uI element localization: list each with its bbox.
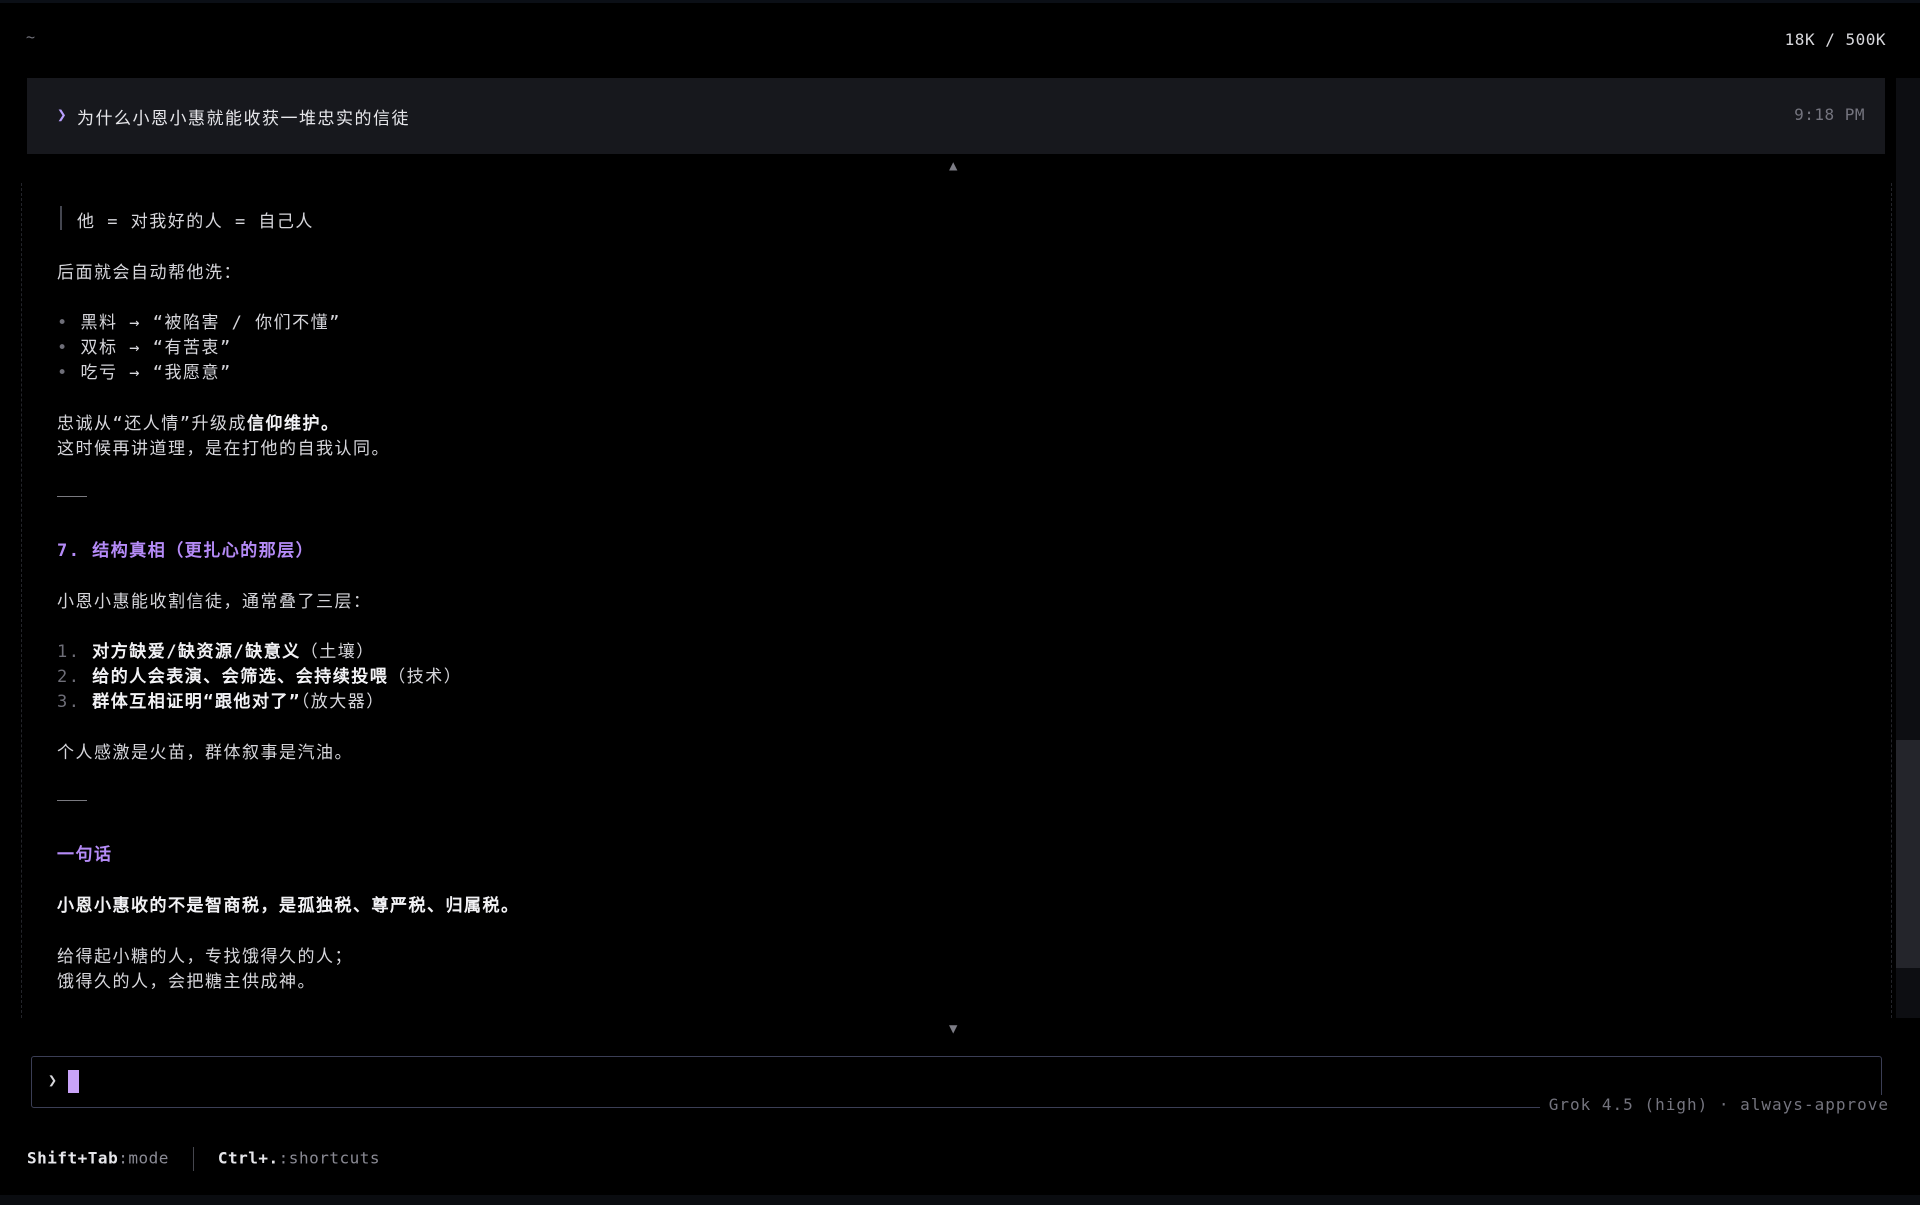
shortcut-desc-mode: :mode [118, 1148, 169, 1168]
item-bold-text: 群体互相证明“跟他对了” [92, 692, 301, 712]
prompt-chevron-icon: ❯ [57, 105, 69, 124]
user-prompt-text: 为什么小恩小惠就能收获一堆忠实的信徒 [77, 109, 410, 129]
bold-text: 信仰维护。 [246, 414, 340, 434]
paragraph: 饿得久的人，会把糖主供成神。 [57, 972, 316, 992]
horizontal-rule [57, 496, 87, 497]
bullet-item: • 黑料 → “被陷害 / 你们不懂” [57, 308, 341, 333]
item-number: 1. [57, 642, 81, 662]
item-number: 2. [57, 667, 81, 687]
blockquote-bar [60, 206, 62, 230]
content-frame-right [1891, 183, 1892, 1018]
item-bold-text: 给的人会表演、会筛选、会持续投喂 [92, 667, 389, 687]
item-text: （土壤） [300, 642, 375, 662]
paragraph: 个人感激是火苗，群体叙事是汽油。 [57, 743, 353, 763]
bullet-item: • 双标 → “有苦衷” [57, 333, 232, 358]
shortcut-bar: Shift+Tab:mode Ctrl+.:shortcuts [27, 1147, 380, 1171]
bullet-item: • 吃亏 → “我愿意” [57, 358, 232, 383]
summary-statement: 小恩小惠收的不是智商税，是孤独税、尊严税、归属税。 [57, 896, 520, 916]
section-heading: 7. 结构真相（更扎心的那层） [57, 541, 315, 561]
item-text: （技术） [388, 667, 463, 687]
paragraph: 后面就会自动帮他洗： [57, 263, 242, 283]
paragraph: 忠诚从“还人情”升级成信仰维护。 [57, 409, 339, 434]
bullet-dot: • [57, 363, 69, 383]
numbered-item: 2. 给的人会表演、会筛选、会持续投喂（技术） [57, 662, 462, 687]
blockquote-text: 他 = 对我好的人 = 自己人 [77, 212, 314, 232]
shortcut-key-shortcuts: Ctrl+. [217, 1148, 279, 1168]
scroll-down-arrow-icon[interactable]: ▼ [949, 1021, 959, 1037]
text-caret [68, 1070, 79, 1093]
horizontal-rule [57, 800, 87, 801]
bullet-text: 双标 → “有苦衷” [80, 338, 232, 358]
item-text: （放大器） [300, 692, 385, 712]
input-chevron-icon: ❯ [48, 1071, 59, 1089]
paragraph-text: 忠诚从“还人情”升级成 [57, 414, 247, 434]
numbered-item: 1. 对方缺爱/缺资源/缺意义（土壤） [57, 637, 375, 662]
top-border [0, 0, 1920, 3]
token-usage: 18K / 500K [1784, 30, 1886, 49]
content-frame-left [21, 183, 22, 1018]
numbered-item: 3. 群体互相证明“跟他对了”（放大器） [57, 687, 385, 712]
item-number: 3. [57, 692, 81, 712]
bullet-dot: • [57, 313, 69, 333]
shortcut-key-mode: Shift+Tab [27, 1148, 119, 1168]
model-status[interactable]: Grok 4.5 (high) · always-approve [1539, 1095, 1898, 1114]
user-prompt-bar[interactable]: ❯ 为什么小恩小惠就能收获一堆忠实的信徒 9:18 PM [27, 78, 1885, 154]
paragraph: 小恩小惠能收割信徒，通常叠了三层： [57, 592, 372, 612]
paragraph: 这时候再讲道理，是在打他的自我认同。 [57, 439, 390, 459]
shortcut-divider [192, 1147, 194, 1171]
bullet-text: 吃亏 → “我愿意” [80, 363, 232, 383]
scroll-up-arrow-icon[interactable]: ▲ [949, 158, 959, 174]
item-bold-text: 对方缺爱/缺资源/缺意义 [92, 642, 301, 662]
bottom-border [0, 1195, 1920, 1205]
prompt-timestamp: 9:18 PM [1794, 105, 1865, 124]
paragraph: 给得起小糖的人，专找饿得久的人； [57, 947, 353, 967]
bullet-dot: • [57, 338, 69, 358]
section-heading: 一句话 [57, 845, 113, 865]
bullet-text: 黑料 → “被陷害 / 你们不懂” [80, 313, 341, 333]
shortcut-desc-shortcuts: :shortcuts [278, 1148, 380, 1168]
cwd-indicator: ~ [26, 28, 37, 46]
scrollbar-thumb[interactable] [1896, 740, 1920, 968]
